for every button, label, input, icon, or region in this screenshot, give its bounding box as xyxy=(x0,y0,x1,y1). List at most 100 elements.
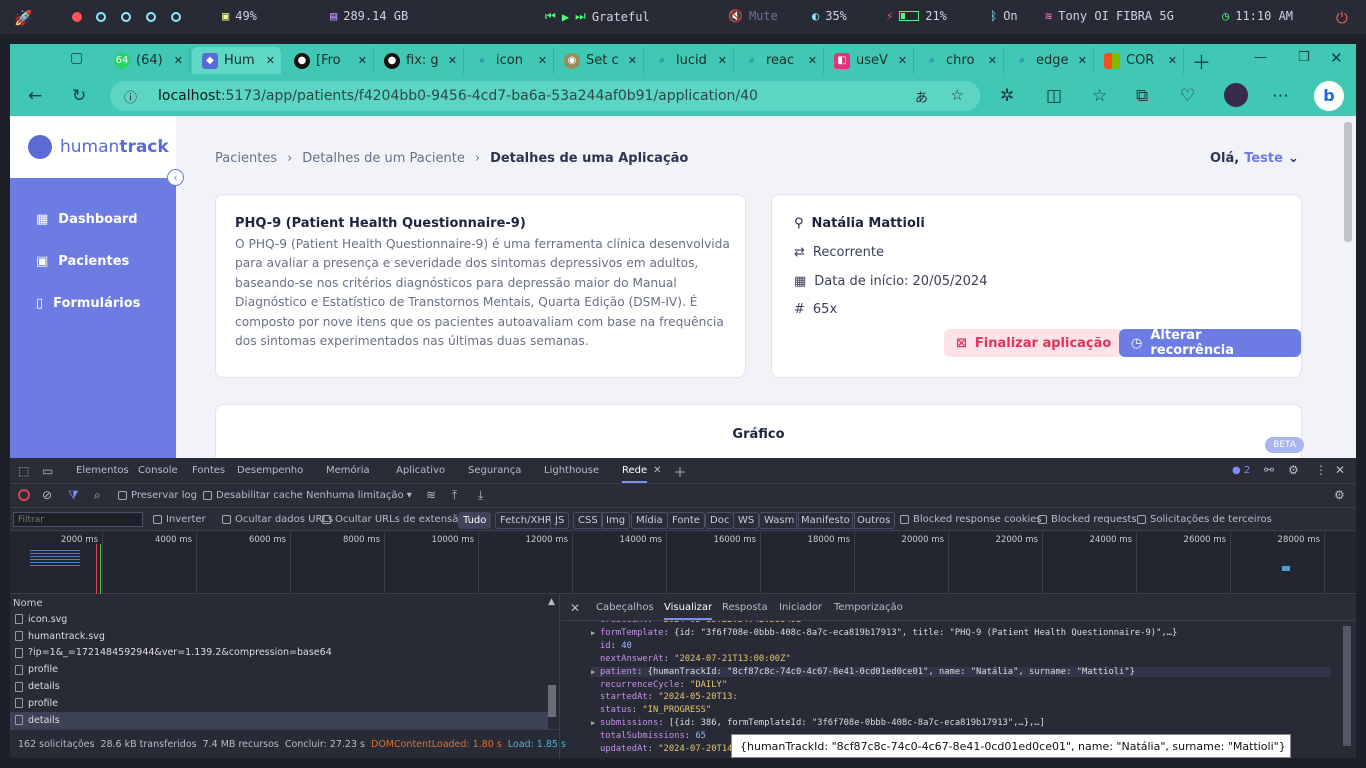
sidebar-item-dashboard[interactable]: ▦ Dashboard xyxy=(36,212,138,227)
close-tab-icon[interactable]: ✕ xyxy=(448,54,457,67)
launcher-icon[interactable]: 🚀 xyxy=(14,9,33,27)
workspace-dot-1[interactable] xyxy=(72,12,82,22)
filter-outros[interactable]: Outros xyxy=(852,512,896,529)
timeline-overview[interactable]: 2000 ms 4000 ms 6000 ms 8000 ms 10000 ms 1200… xyxy=(10,532,1356,594)
new-tab-icon[interactable]: ＋ xyxy=(1192,48,1211,75)
tab-humantrack[interactable]: ◆ Hum ✕ xyxy=(192,47,282,74)
filter-fetch-xhr[interactable]: Fetch/XHR xyxy=(495,512,557,529)
invert-checkbox[interactable]: Inverter xyxy=(153,514,206,525)
power-icon[interactable]: ⏻ xyxy=(1336,9,1348,27)
filter-doc[interactable]: Doc xyxy=(705,512,735,529)
preserve-log-checkbox[interactable]: Preservar log xyxy=(118,490,197,501)
disable-cache-checkbox[interactable]: Desabilitar cache xyxy=(203,490,303,501)
breadcrumb-paciente[interactable]: Detalhes de um Paciente xyxy=(302,151,465,166)
tab-set-c[interactable]: ◉ Set c ✕ xyxy=(554,47,644,74)
close-tab-icon[interactable]: ✕ xyxy=(898,54,907,67)
logo[interactable]: humantrack xyxy=(10,116,176,178)
record-icon[interactable] xyxy=(18,489,30,501)
blocked-response-cookies-checkbox[interactable]: Blocked response cookies xyxy=(900,514,1042,525)
tab-seguranca[interactable]: Segurança xyxy=(468,465,544,483)
finalize-button[interactable]: ⊠ Finalizar aplicação xyxy=(944,329,1124,357)
tab-memoria[interactable]: Memória xyxy=(326,465,396,483)
favorites-icon[interactable]: ☆ xyxy=(1092,86,1107,106)
json-row[interactable]: ▶ submissions: [{id: 386, formTemplateId:… xyxy=(591,718,1045,728)
network-conditions-icon[interactable]: ⚯ xyxy=(1264,463,1274,477)
prev-track-icon[interactable]: ⏮ xyxy=(545,9,556,24)
request-row[interactable]: profile xyxy=(10,695,548,712)
more-icon[interactable]: ⋮ xyxy=(1315,463,1327,477)
wifi-settings-icon[interactable]: ≋ xyxy=(426,488,436,502)
request-row[interactable]: details xyxy=(10,711,548,729)
browser-essentials-icon[interactable]: ♡ xyxy=(1180,86,1195,106)
workspace-dot-2[interactable] xyxy=(96,12,106,22)
tab-fontes[interactable]: Fontes xyxy=(192,465,237,483)
tab-github-1[interactable]: ● [Fro ✕ xyxy=(284,47,374,74)
breadcrumb-pacientes[interactable]: Pacientes xyxy=(215,151,277,166)
tab-github-2[interactable]: ● fix: g ✕ xyxy=(374,47,464,74)
tab-elementos[interactable]: Elementos xyxy=(76,465,138,483)
tab-react[interactable]: ⌕ reac ✕ xyxy=(734,47,824,74)
request-list-scrollbar[interactable] xyxy=(548,685,556,717)
expand-arrow-icon[interactable]: ▶ xyxy=(591,668,600,676)
next-track-icon[interactable]: ⏭ xyxy=(575,9,586,24)
close-tab-icon[interactable]: ✕ xyxy=(653,465,661,483)
close-tab-icon[interactable]: ✕ xyxy=(1078,54,1087,67)
mute-icon[interactable]: 🔇 xyxy=(728,9,743,23)
workspace-dot-4[interactable] xyxy=(146,12,156,22)
filter-js[interactable]: JS xyxy=(550,512,570,529)
tab-cors[interactable]: COR ✕ xyxy=(1094,47,1184,74)
tab-chrome[interactable]: ⌕ chro ✕ xyxy=(914,47,1004,74)
tab-whatsapp[interactable]: 64 (64) ✕ xyxy=(104,47,190,74)
import-har-icon[interactable]: ⤒ xyxy=(452,488,457,503)
close-detail-icon[interactable]: ✕ xyxy=(570,601,580,615)
favorite-star-icon[interactable]: ☆ xyxy=(951,86,964,104)
tab-temporizacao[interactable]: Temporização xyxy=(834,602,903,613)
refresh-icon[interactable]: ↻ xyxy=(72,86,86,106)
filter-img[interactable]: Img xyxy=(601,512,631,529)
split-screen-icon[interactable]: ◫ xyxy=(1046,86,1062,106)
minimize-icon[interactable]: — xyxy=(1254,50,1267,65)
user-menu[interactable]: Olá, Teste ⌄ xyxy=(1210,151,1299,166)
close-tab-icon[interactable]: ✕ xyxy=(266,54,275,67)
close-tab-icon[interactable]: ✕ xyxy=(718,54,727,67)
workspaces-icon[interactable]: ▢ xyxy=(70,50,83,66)
close-tab-icon[interactable]: ✕ xyxy=(628,54,637,67)
collections-icon[interactable]: ⧉ xyxy=(1136,86,1148,106)
request-row[interactable]: icon.svg xyxy=(10,611,548,628)
wifi-icon[interactable]: ≋ xyxy=(1045,9,1052,23)
sidebar-item-formularios[interactable]: ▯ Formulários xyxy=(36,296,140,311)
filter-icon[interactable]: ⧩ xyxy=(68,488,79,503)
extensions-icon[interactable]: ✲ xyxy=(1000,86,1014,106)
tab-iniciador[interactable]: Iniciador xyxy=(779,602,822,613)
hide-data-urls-checkbox[interactable]: Ocultar dados URLs xyxy=(222,514,333,525)
settings-icon[interactable]: ⚙ xyxy=(1288,463,1299,477)
filter-fonte[interactable]: Fonte xyxy=(667,512,705,529)
inspect-icon[interactable]: ⬚ xyxy=(18,464,29,478)
close-tab-icon[interactable]: ✕ xyxy=(1168,54,1177,67)
workspace-dot-5[interactable] xyxy=(171,12,181,22)
tab-search-icon[interactable]: ⌕ icon ✕ xyxy=(464,47,554,74)
close-tab-icon[interactable]: ✕ xyxy=(358,54,367,67)
clear-icon[interactable]: ⊘ xyxy=(42,488,52,502)
filter-tudo[interactable]: Tudo xyxy=(458,512,492,529)
expand-arrow-icon[interactable]: ▶ xyxy=(591,719,600,727)
alter-recurrence-button[interactable]: ◷ Alterar recorrência xyxy=(1119,328,1301,358)
third-party-checkbox[interactable]: Solicitações de terceiros xyxy=(1137,514,1272,525)
tab-visualizar[interactable]: Visualizar xyxy=(664,602,713,620)
request-row[interactable]: details xyxy=(10,678,548,695)
preview-scrollbar[interactable] xyxy=(1343,626,1351,746)
json-row[interactable]: ▶ formTemplate: {id: "3f6f708e-0bbb-408c-… xyxy=(591,628,1177,638)
device-toolbar-icon[interactable]: ▭ xyxy=(42,464,53,478)
json-row[interactable]: ▶ patient: {humanTrackId: "8cf87c8c-74c0-… xyxy=(591,666,1331,677)
collapse-sidebar-button[interactable]: ‹ xyxy=(167,169,184,186)
request-row[interactable]: ?ip=1&_=1721484592944&ver=1.139.2&compre… xyxy=(10,645,548,662)
throttle-select[interactable]: Nenhuma limitação ▾ xyxy=(306,490,412,501)
add-tab-icon[interactable]: ＋ xyxy=(674,462,687,483)
close-tab-icon[interactable]: ✕ xyxy=(174,54,183,67)
tab-edge[interactable]: ⌕ edge ✕ xyxy=(1004,47,1094,74)
sidebar-item-pacientes[interactable]: ▣ Pacientes xyxy=(36,254,129,269)
more-menu-icon[interactable]: ⋯ xyxy=(1272,86,1289,106)
page-scrollbar[interactable] xyxy=(1344,122,1352,242)
export-har-icon[interactable]: ⤓ xyxy=(478,488,483,503)
filter-wasm[interactable]: Wasm xyxy=(759,512,800,529)
